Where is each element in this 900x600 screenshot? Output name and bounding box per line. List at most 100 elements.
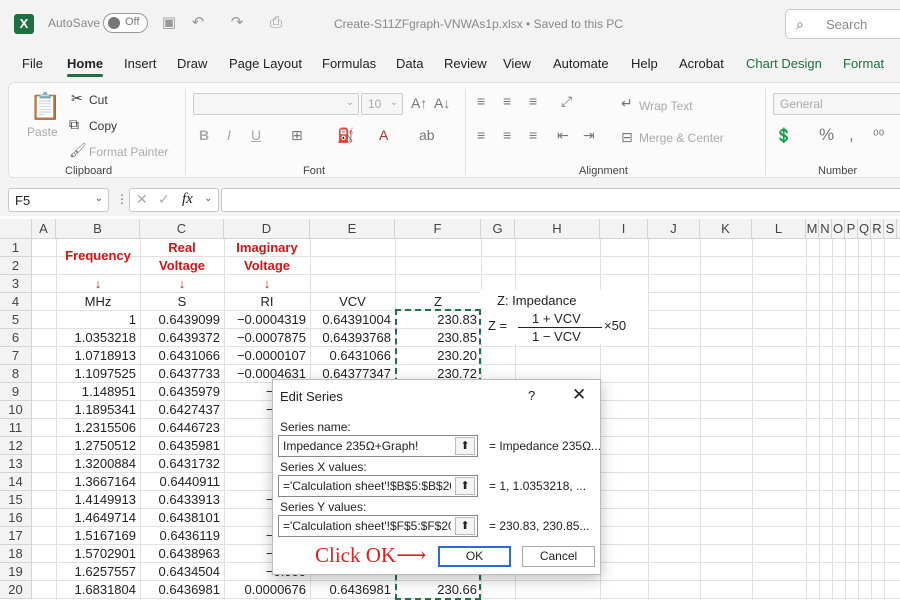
table-cell[interactable]: 1.5167169 — [56, 527, 136, 545]
column-header[interactable]: I — [600, 219, 648, 239]
copy-button[interactable]: Copy — [89, 119, 117, 133]
search-box[interactable]: ⌕ Search — [785, 9, 900, 39]
percent-icon[interactable]: % — [819, 125, 834, 145]
tab-view[interactable]: View — [503, 56, 531, 71]
table-cell[interactable]: 1.148951 — [56, 383, 136, 401]
number-format-combo[interactable]: General — [773, 93, 900, 115]
table-cell[interactable]: 1.1097525 — [56, 365, 136, 383]
tab-data[interactable]: Data — [396, 56, 423, 71]
borders-icon[interactable]: ⊞ — [291, 127, 303, 144]
table-cell[interactable]: −0.0007875 — [224, 329, 306, 347]
cut-icon[interactable]: ✂ — [71, 90, 83, 107]
column-header[interactable]: L — [752, 219, 806, 239]
column-header[interactable]: E — [310, 219, 395, 239]
row-header[interactable]: 9 — [0, 383, 32, 401]
row-header[interactable]: 14 — [0, 473, 32, 491]
table-cell[interactable]: 0.6434504 — [140, 563, 220, 581]
tab-formulas[interactable]: Formulas — [322, 56, 376, 71]
tab-acrobat[interactable]: Acrobat — [679, 56, 724, 71]
tab-home[interactable]: Home — [67, 56, 104, 77]
ok-button[interactable]: OK — [438, 546, 511, 567]
column-header[interactable]: R — [871, 219, 884, 239]
select-all-corner[interactable] — [0, 219, 32, 239]
table-cell[interactable]: 1.3667164 — [56, 473, 136, 491]
table-cell[interactable]: 1.1895341 — [56, 401, 136, 419]
row-header[interactable]: 3 — [0, 275, 32, 293]
table-cell[interactable]: 0.0000676 — [224, 581, 306, 599]
tab-chart-design[interactable]: Chart Design — [746, 56, 822, 71]
font-name-combo[interactable]: ⌄ — [193, 93, 359, 115]
close-icon[interactable]: ✕ — [572, 385, 586, 405]
format-painter-button[interactable]: Format Painter — [89, 145, 168, 159]
font-color-icon[interactable]: A — [379, 127, 388, 143]
table-cell[interactable]: 0.6433913 — [140, 491, 220, 509]
decrease-font-icon[interactable]: A↓ — [434, 95, 450, 111]
collapse-dialog-icon[interactable]: ⬆ — [455, 517, 475, 535]
italic-button[interactable]: I — [227, 127, 231, 143]
align-bottom-icon[interactable]: ≡ — [529, 93, 537, 109]
table-cell[interactable]: 0.6435979 — [140, 383, 220, 401]
row-header[interactable]: 2 — [0, 257, 32, 275]
row-header[interactable]: 20 — [0, 581, 32, 599]
column-header[interactable]: F — [395, 219, 481, 239]
table-cell[interactable]: 1.0353218 — [56, 329, 136, 347]
row-header[interactable]: 6 — [0, 329, 32, 347]
row-header[interactable]: 13 — [0, 455, 32, 473]
align-right-icon[interactable]: ≡ — [529, 127, 537, 143]
orientation-icon[interactable]: ⤢ — [561, 93, 572, 110]
column-header[interactable]: A — [32, 219, 56, 239]
table-cell[interactable]: 0.6437733 — [140, 365, 220, 383]
enter-icon[interactable]: ✓ — [158, 191, 170, 208]
column-header[interactable]: K — [700, 219, 752, 239]
series-x-input[interactable]: ='Calculation sheet'!$B$5:$B$204 ⬆ — [278, 475, 478, 497]
wrap-text-button[interactable]: Wrap Text — [639, 99, 693, 113]
copy-icon[interactable]: ⧉ — [69, 116, 79, 133]
row-header[interactable]: 1 — [0, 239, 32, 257]
decrease-indent-icon[interactable]: ⇤ — [557, 127, 569, 144]
row-header[interactable]: 19 — [0, 563, 32, 581]
table-cell[interactable]: 1.4649714 — [56, 509, 136, 527]
table-cell[interactable]: 0.64393768 — [310, 329, 391, 347]
tab-draw[interactable]: Draw — [177, 56, 207, 71]
row-header[interactable]: 10 — [0, 401, 32, 419]
column-header[interactable]: B — [56, 219, 140, 239]
accounting-icon[interactable]: 💲 — [775, 127, 792, 144]
column-header[interactable]: Q — [858, 219, 871, 239]
tab-help[interactable]: Help — [631, 56, 658, 71]
row-header[interactable]: 17 — [0, 527, 32, 545]
row-header[interactable]: 15 — [0, 491, 32, 509]
table-cell[interactable]: 0.6435981 — [140, 437, 220, 455]
table-cell[interactable]: 1.4149913 — [56, 491, 136, 509]
column-header[interactable]: D — [224, 219, 310, 239]
decimal-icon[interactable]: ⁰⁰ — [873, 127, 884, 144]
column-header[interactable]: P — [845, 219, 858, 239]
align-middle-icon[interactable]: ≡ — [503, 93, 511, 109]
autosave-toggle[interactable]: Off — [103, 13, 148, 33]
cancel-icon[interactable]: ✕ — [136, 191, 148, 208]
row-header[interactable]: 11 — [0, 419, 32, 437]
increase-indent-icon[interactable]: ⇥ — [583, 127, 595, 144]
fill-color-icon[interactable]: ⛽ — [337, 127, 354, 144]
table-cell[interactable]: 0.6438101 — [140, 509, 220, 527]
table-cell[interactable]: 0.6427437 — [140, 401, 220, 419]
name-box[interactable]: F5 ⌄ — [8, 188, 109, 212]
insert-function-icon[interactable]: fx — [182, 191, 193, 208]
merge-center-icon[interactable]: ⊟ — [621, 129, 633, 146]
table-cell[interactable]: 0.6431066 — [310, 347, 391, 365]
column-header[interactable]: M — [806, 219, 819, 239]
bold-button[interactable]: B — [199, 127, 209, 143]
tab-insert[interactable]: Insert — [124, 56, 157, 71]
row-header[interactable]: 16 — [0, 509, 32, 527]
increase-font-icon[interactable]: A↑ — [411, 95, 427, 111]
series-y-input[interactable]: ='Calculation sheet'!$F$5:$F$204 ⬆ — [278, 515, 478, 537]
table-cell[interactable]: 0.6439099 — [140, 311, 220, 329]
format-painter-icon[interactable]: 🖌 — [69, 142, 87, 159]
help-button[interactable]: ? — [528, 388, 535, 403]
table-cell[interactable]: 0.6436981 — [140, 581, 220, 599]
tab-review[interactable]: Review — [444, 56, 487, 71]
table-cell[interactable]: 1.3200884 — [56, 455, 136, 473]
align-top-icon[interactable]: ≡ — [477, 93, 485, 109]
table-cell[interactable]: −0.0000107 — [224, 347, 306, 365]
tab-page-layout[interactable]: Page Layout — [229, 56, 302, 71]
column-header[interactable]: S — [884, 219, 897, 239]
